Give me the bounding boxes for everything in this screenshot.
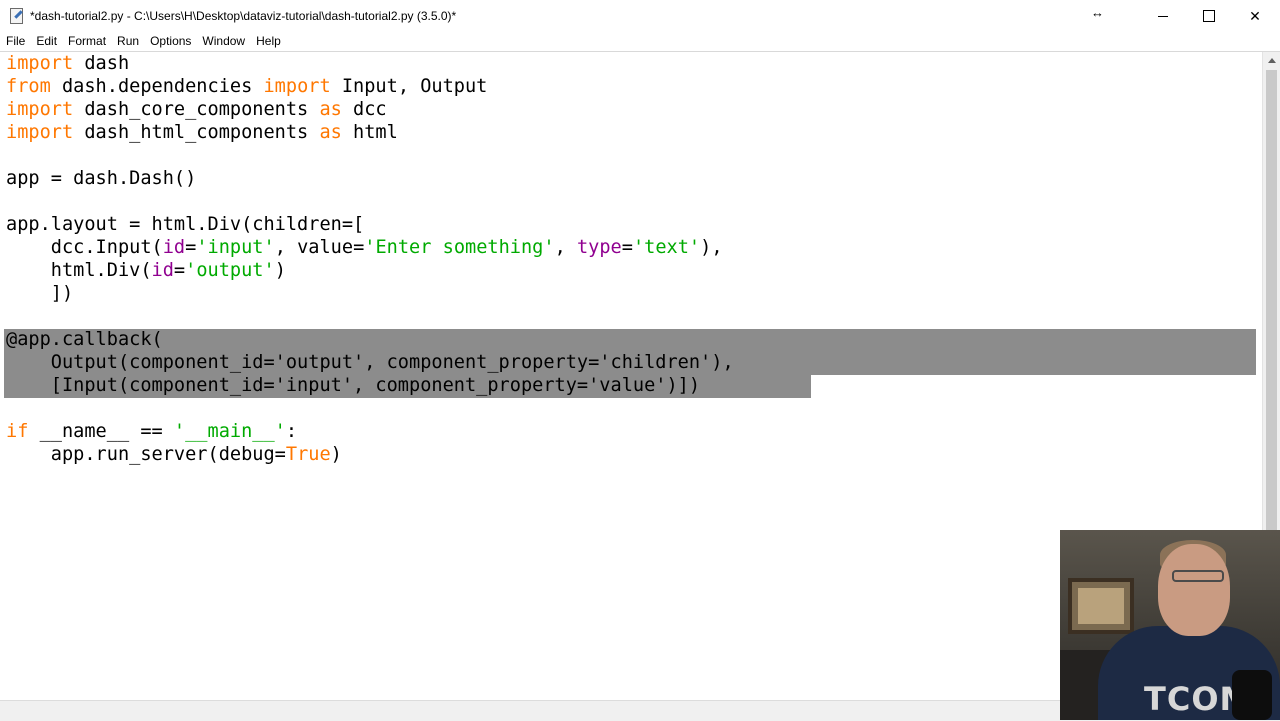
title-bar: *dash-tutorial2.py - C:\Users\H\Desktop\… xyxy=(0,0,1280,32)
menu-options[interactable]: Options xyxy=(144,32,196,51)
webcam-picture-frame xyxy=(1068,578,1134,634)
maximize-button[interactable] xyxy=(1186,0,1232,32)
code-line-8[interactable]: app.layout = html.Div(children=[ xyxy=(6,213,364,236)
code-token: = xyxy=(173,260,186,281)
code-line-3[interactable]: import dash_core_components as dcc xyxy=(6,98,387,121)
code-token: '__main__' xyxy=(173,421,286,442)
code-token: dash_html_components xyxy=(73,122,320,143)
code-line-14[interactable]: Output(component_id='output', component_… xyxy=(6,351,734,374)
webcam-overlay: TCOM xyxy=(1060,530,1280,720)
code-token: html xyxy=(341,122,398,143)
code-token: type xyxy=(576,237,622,258)
code-token: from xyxy=(6,76,51,97)
code-token: if xyxy=(6,421,29,442)
menu-edit[interactable]: Edit xyxy=(30,32,62,51)
code-line-2[interactable]: from dash.dependencies import Input, Out… xyxy=(6,75,487,98)
code-token: 'output' xyxy=(185,260,275,281)
code-token: dcc.Input( xyxy=(6,237,163,258)
minimize-button[interactable] xyxy=(1140,0,1186,32)
code-line-1[interactable]: import dash xyxy=(6,52,129,75)
code-token: , value= xyxy=(274,237,365,258)
code-line-18[interactable]: app.run_server(debug=True) xyxy=(6,443,342,466)
code-token: dcc xyxy=(341,99,387,120)
menu-bar: File Edit Format Run Options Window Help xyxy=(0,32,1280,51)
webcam-presenter-head xyxy=(1158,544,1230,636)
code-token: import xyxy=(6,99,74,120)
code-line-9[interactable]: dcc.Input(id='input', value='Enter somet… xyxy=(6,236,723,259)
code-token: import xyxy=(6,53,74,74)
maximize-icon xyxy=(1203,10,1215,22)
code-token: 'input' xyxy=(196,237,275,258)
code-token: dash.dependencies xyxy=(50,76,264,97)
close-icon: ✕ xyxy=(1249,7,1261,24)
code-line-6[interactable]: app = dash.Dash() xyxy=(6,167,196,190)
code-token: __name__ == xyxy=(28,421,174,442)
code-token: Input, Output xyxy=(330,76,488,97)
idle-file-icon xyxy=(8,8,24,24)
code-token: @app.callback( xyxy=(6,329,163,350)
scroll-up-arrow-icon[interactable] xyxy=(1268,58,1276,63)
code-token: ) xyxy=(330,444,342,465)
code-token: dash xyxy=(73,53,130,74)
minimize-icon xyxy=(1158,15,1168,17)
code-token: ), xyxy=(700,237,723,258)
code-line-11[interactable]: ]) xyxy=(6,282,73,305)
code-token: import xyxy=(6,122,74,143)
menu-file[interactable]: File xyxy=(0,32,30,51)
menu-run[interactable]: Run xyxy=(111,32,144,51)
code-token: , xyxy=(554,237,577,258)
code-token: ]) xyxy=(6,283,74,304)
menu-window[interactable]: Window xyxy=(196,32,250,51)
resize-cursor-icon: ↔ xyxy=(1091,5,1104,20)
code-token: html.Div( xyxy=(6,260,152,281)
code-line-15[interactable]: [Input(component_id='input', component_p… xyxy=(6,374,700,397)
menu-format[interactable]: Format xyxy=(62,32,111,51)
code-token: = xyxy=(185,237,197,258)
code-token: : xyxy=(285,421,298,442)
close-button[interactable]: ✕ xyxy=(1232,0,1278,32)
code-token: app.run_server(debug= xyxy=(6,444,286,465)
code-line-10[interactable]: html.Div(id='output') xyxy=(6,259,286,282)
code-token: app = dash.Dash() xyxy=(6,168,197,189)
code-token: ) xyxy=(274,260,286,281)
code-token: 'Enter something' xyxy=(364,237,555,258)
menu-help[interactable]: Help xyxy=(250,32,286,51)
code-token: [Input(component_id='input', component_p… xyxy=(6,375,701,396)
code-line-13[interactable]: @app.callback( xyxy=(6,328,163,351)
code-token: as xyxy=(319,99,342,120)
code-token: id xyxy=(151,260,174,281)
code-token: import xyxy=(263,76,331,97)
code-token: dash_core_components xyxy=(73,99,320,120)
code-token: 'text' xyxy=(632,237,701,258)
code-token: Output(component_id='output', component_… xyxy=(6,352,734,373)
code-token: id xyxy=(162,237,186,258)
webcam-microphone xyxy=(1232,670,1272,720)
window-title: *dash-tutorial2.py - C:\Users\H\Desktop\… xyxy=(30,9,457,23)
code-token: as xyxy=(319,122,342,143)
code-token: True xyxy=(285,444,331,465)
webcam-presenter-glasses xyxy=(1172,570,1224,582)
code-token: app.layout = html.Div(children=[ xyxy=(6,214,365,235)
code-line-4[interactable]: import dash_html_components as html xyxy=(6,121,398,144)
code-token: = xyxy=(621,237,633,258)
code-line-17[interactable]: if __name__ == '__main__': xyxy=(6,420,297,443)
